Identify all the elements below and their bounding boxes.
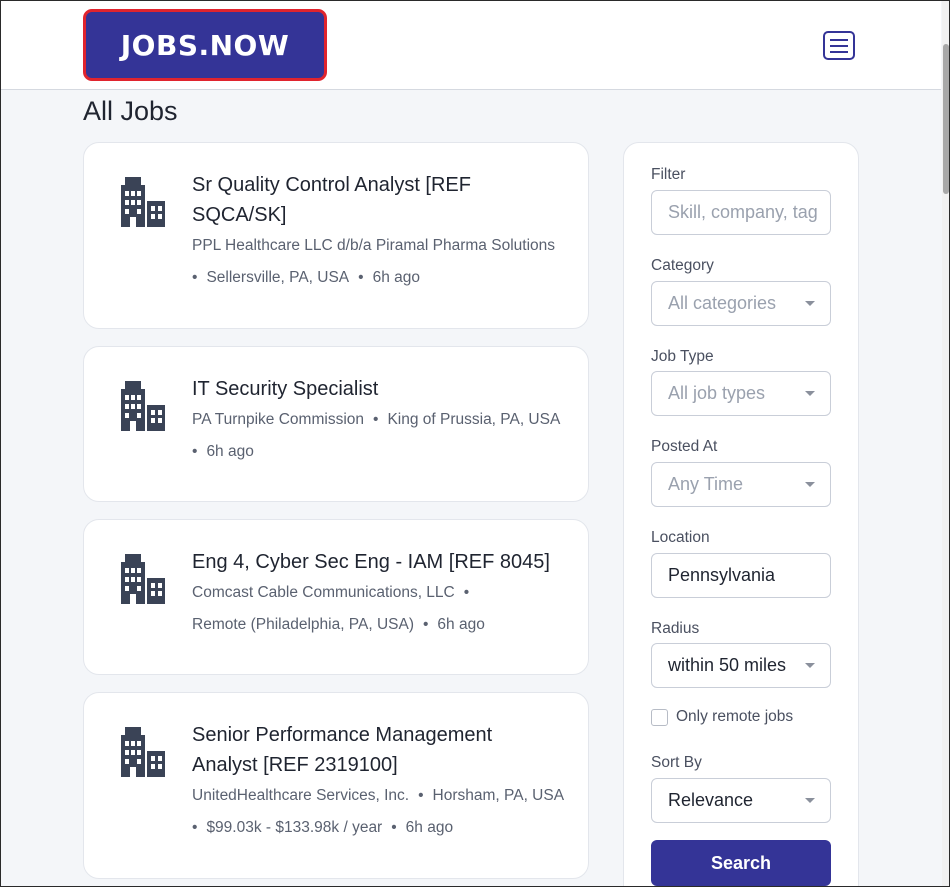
filter-label: Filter — [651, 166, 686, 183]
sort-select[interactable]: Relevance — [651, 778, 831, 823]
scrollbar-thumb[interactable] — [943, 44, 949, 194]
category-label: Category — [651, 257, 714, 274]
building-icon — [121, 554, 165, 604]
job-title[interactable]: Sr Quality Control Analyst [REF SQCA/SK] — [192, 170, 572, 230]
job-meta-row: • 6h ago — [192, 443, 254, 460]
job-company: PA Turnpike Commission — [192, 411, 364, 428]
scrollbar[interactable] — [942, 0, 950, 887]
building-icon — [121, 381, 165, 431]
location-value: Pennsylvania — [668, 565, 776, 585]
building-icon — [121, 727, 165, 777]
job-meta-row: Remote (Philadelphia, PA, USA) • 6h ago — [192, 616, 485, 633]
job-card[interactable]: Eng 4, Cyber Sec Eng - IAM [REF 8045] Co… — [83, 519, 589, 675]
job-meta-row: • $99.03k - $133.98k / year • 6h ago — [192, 819, 454, 836]
remote-only-checkbox[interactable] — [651, 708, 668, 726]
job-company: Comcast Cable Communications, LLC — [192, 584, 455, 601]
location-input[interactable]: Pennsylvania — [651, 553, 831, 598]
job-posted: 6h ago — [206, 443, 254, 460]
job-location: Remote (Philadelphia, PA, USA) — [192, 616, 414, 633]
filter-input[interactable] — [651, 190, 831, 235]
job-card[interactable]: Senior Performance Management Analyst [R… — [83, 692, 589, 879]
job-company: UnitedHealthcare Services, Inc. — [192, 787, 410, 804]
posted-label: Posted At — [651, 438, 718, 455]
sort-value: Relevance — [668, 790, 754, 810]
job-location: King of Prussia, PA, USA — [387, 411, 561, 428]
job-location: Sellersville, PA, USA — [206, 269, 350, 286]
job-meta-row: Comcast Cable Communications, LLC • — [192, 584, 470, 601]
job-posted: 6h ago — [372, 269, 420, 286]
remote-only-row[interactable]: Only remote jobs — [651, 708, 793, 726]
sort-label: Sort By — [651, 754, 702, 771]
remote-only-label[interactable]: Only remote jobs — [676, 708, 793, 726]
filter-panel: Filter Category All categories Job Type … — [623, 142, 859, 887]
job-location: Horsham, PA, USA — [432, 787, 565, 804]
chevron-down-icon — [805, 663, 815, 668]
jobtype-value: All job types — [668, 383, 766, 403]
page-title: All Jobs — [83, 96, 178, 126]
building-icon — [121, 177, 165, 227]
job-title[interactable]: IT Security Specialist — [192, 374, 572, 404]
job-title[interactable]: Eng 4, Cyber Sec Eng - IAM [REF 8045] — [192, 547, 572, 577]
job-card[interactable]: IT Security Specialist PA Turnpike Commi… — [83, 346, 589, 502]
jobtype-select[interactable]: All job types — [651, 371, 831, 416]
job-posted: 6h ago — [437, 616, 485, 633]
job-posted: 6h ago — [405, 819, 454, 836]
category-value: All categories — [668, 293, 777, 313]
posted-value: Any Time — [668, 474, 744, 494]
site-logo[interactable]: JOBS.NOW — [83, 9, 327, 81]
chevron-down-icon — [805, 798, 815, 803]
chevron-down-icon — [805, 391, 815, 396]
job-meta-row: UnitedHealthcare Services, Inc. • Horsham,… — [192, 787, 565, 804]
radius-value: within 50 miles — [668, 655, 787, 675]
job-card[interactable]: Sr Quality Control Analyst [REF SQCA/SK]… — [83, 142, 589, 329]
site-header: JOBS.NOW — [1, 1, 941, 90]
category-select[interactable]: All categories — [651, 281, 831, 326]
radius-label: Radius — [651, 620, 700, 637]
job-meta-row: PA Turnpike Commission • King of Prussia, … — [192, 411, 561, 428]
location-label: Location — [651, 529, 710, 546]
jobtype-label: Job Type — [651, 348, 714, 365]
search-button[interactable]: Search — [651, 840, 831, 886]
radius-select[interactable]: within 50 miles — [651, 643, 831, 688]
chevron-down-icon — [805, 301, 815, 306]
job-company: PPL Healthcare LLC d/b/a Piramal Pharma … — [192, 237, 556, 254]
chevron-down-icon — [805, 482, 815, 487]
job-meta-row: • Sellersville, PA, USA • 6h ago — [192, 269, 420, 286]
posted-select[interactable]: Any Time — [651, 462, 831, 507]
hamburger-menu-icon[interactable] — [823, 31, 855, 60]
job-title[interactable]: Senior Performance Management Analyst [R… — [192, 720, 572, 780]
job-salary: $99.03k - $133.98k / year — [206, 819, 383, 836]
